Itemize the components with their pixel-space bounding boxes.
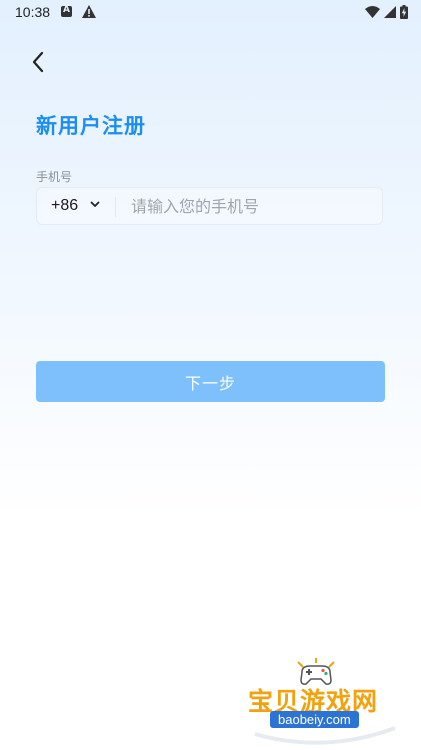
cell-signal-icon: [384, 6, 396, 18]
country-code-value: +86: [51, 197, 79, 214]
chevron-down-icon: [90, 201, 100, 207]
watermark-logo: 宝贝游戏网 baobeiy.com: [240, 656, 400, 746]
page-title: 新用户注册: [36, 114, 146, 138]
phone-input-row: +86: [36, 187, 383, 225]
back-button[interactable]: [24, 48, 52, 76]
phone-label: 手机号: [36, 170, 73, 184]
status-time: 10:38: [15, 4, 51, 20]
status-icons-right: [365, 5, 408, 19]
phone-number-input[interactable]: [131, 188, 371, 224]
battery-charging-icon: [400, 5, 408, 19]
field-divider: [115, 197, 116, 217]
notification-a-icon: [61, 5, 72, 17]
chevron-left-icon: [32, 51, 44, 73]
watermark-domain: baobeiy.com: [270, 711, 359, 728]
warning-icon: [82, 5, 96, 18]
wifi-icon: [365, 6, 380, 18]
next-step-button[interactable]: 下一步: [36, 361, 385, 402]
country-code-select[interactable]: +86: [37, 188, 115, 224]
status-bar: 10:38: [0, 0, 421, 26]
